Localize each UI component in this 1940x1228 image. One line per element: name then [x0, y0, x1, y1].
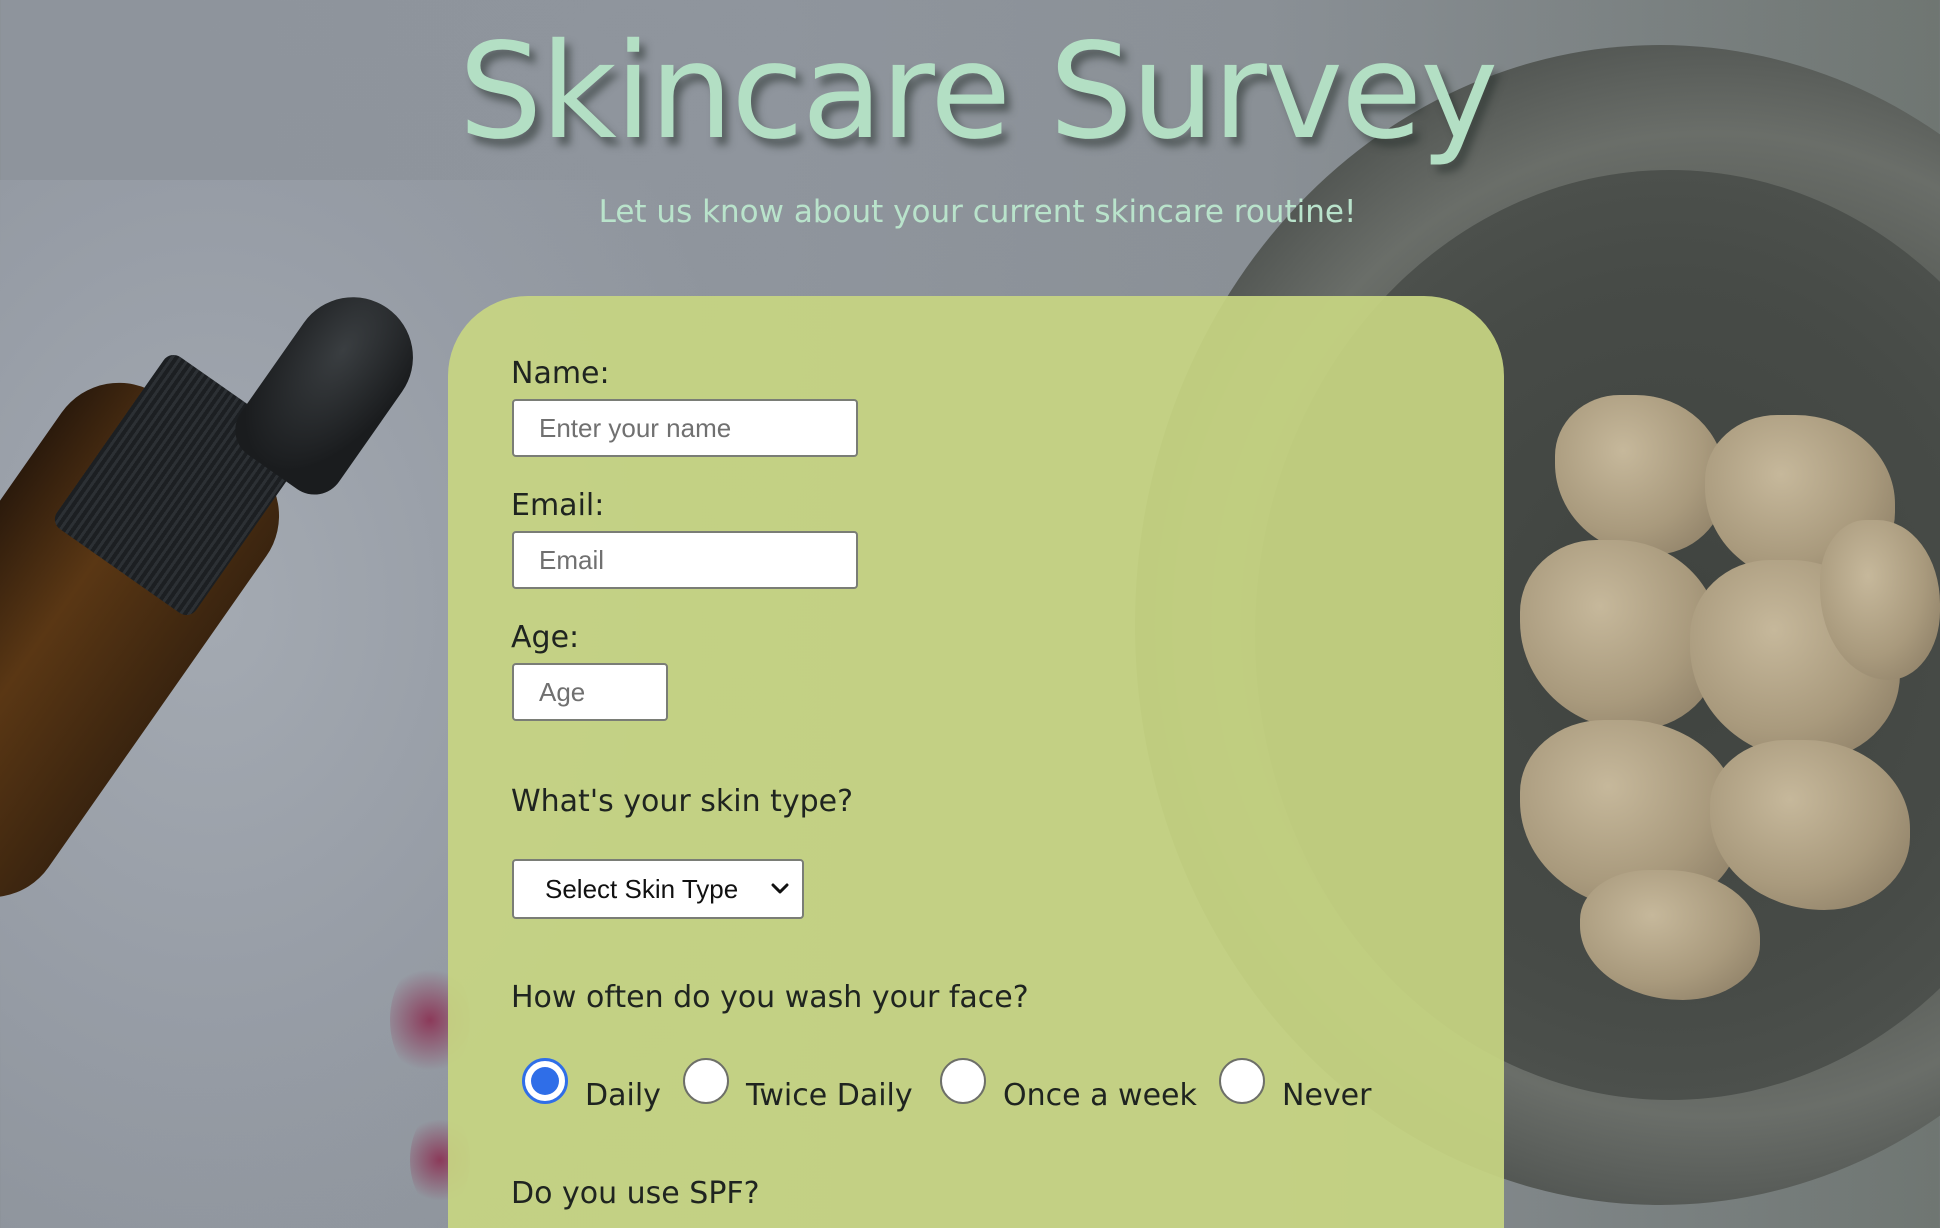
radio-daily[interactable] [522, 1058, 568, 1104]
survey-form: Name: Email: Age: What's your skin type?… [448, 296, 1504, 1228]
age-label: Age: [511, 620, 580, 655]
name-label: Name: [511, 356, 610, 391]
radio-label-twice-daily: Twice Daily [746, 1078, 913, 1113]
radio-never[interactable] [1219, 1058, 1265, 1104]
radio-label-once-a-week: Once a week [1003, 1078, 1197, 1113]
skin-type-select[interactable]: Select Skin Type [512, 859, 804, 919]
skin-type-question: What's your skin type? [511, 784, 854, 819]
radio-label-daily: Daily [585, 1078, 661, 1113]
email-input[interactable] [512, 531, 858, 589]
age-input[interactable] [512, 663, 668, 721]
radio-selected-dot [531, 1067, 559, 1095]
chevron-down-icon [771, 883, 789, 894]
spf-question: Do you use SPF? [511, 1176, 760, 1211]
wash-frequency-question: How often do you wash your face? [511, 980, 1029, 1015]
page-subtitle: Let us know about your current skincare … [598, 194, 1357, 230]
radio-label-never: Never [1282, 1078, 1372, 1113]
survey-page: Skincare Survey Let us know about your c… [0, 0, 1940, 1228]
radio-twice-daily[interactable] [683, 1058, 729, 1104]
email-label: Email: [511, 488, 605, 523]
page-title: Skincare Survey [458, 15, 1499, 169]
radio-once-a-week[interactable] [940, 1058, 986, 1104]
skin-type-selected-value: Select Skin Type [545, 873, 739, 904]
name-input[interactable] [512, 399, 858, 457]
